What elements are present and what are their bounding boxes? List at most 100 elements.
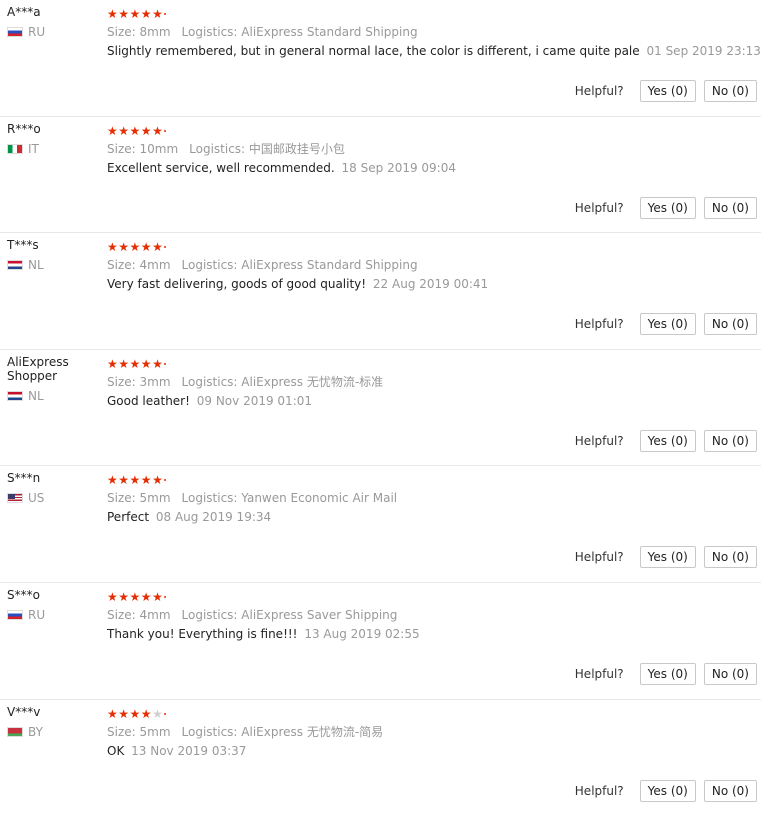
star-icon: ★: [118, 123, 130, 138]
reviewer-info: A***a RU: [7, 5, 97, 39]
country-code: IT: [28, 141, 39, 156]
star-icon: ★: [152, 356, 163, 371]
star-icon: ★: [118, 473, 130, 488]
helpful-yes-button[interactable]: Yes (0): [639, 196, 696, 219]
product-size: Size: 5mm: [107, 491, 171, 506]
star-rating: ★ ★ ★ ★ ★: [107, 357, 761, 371]
helpful-no-button[interactable]: No (0): [703, 429, 757, 452]
star-icon: ★: [118, 706, 130, 721]
review-text: Slightly remembered, but in general norm…: [107, 44, 640, 58]
review-item: V***v BY ★ ★ ★ ★ ★ Size: 5mm Logistics: …: [0, 700, 761, 817]
reviewer-info: R***o IT: [7, 122, 97, 156]
star-icon: ★: [129, 240, 141, 255]
helpful-yes-button[interactable]: Yes (0): [639, 662, 696, 685]
star-icon: ★: [129, 123, 141, 138]
review-content: ★ ★ ★ ★ ★ Size: 8mm Logistics: AliExpres…: [107, 7, 761, 59]
order-info: Size: 5mm Logistics: Yanwen Economic Air…: [107, 491, 761, 506]
star-icon: ★: [140, 7, 152, 21]
reviewer-name: V***v: [7, 704, 41, 719]
star-icon: ★: [107, 706, 118, 721]
star-icon: ★: [152, 123, 163, 138]
review-text-block: Very fast delivering, goods of good qual…: [107, 277, 761, 292]
rating-dot-icon: [164, 13, 167, 15]
order-info: Size: 5mm Logistics: AliExpress 无忧物流-简易: [107, 725, 761, 740]
review-content: ★ ★ ★ ★ ★ Size: 5mm Logistics: AliExpres…: [107, 707, 761, 759]
helpful-label: Helpful?: [574, 433, 624, 448]
star-icon: ★: [129, 473, 141, 488]
country-flag-icon: [7, 609, 23, 620]
review-text: Very fast delivering, goods of good qual…: [107, 277, 367, 292]
star-icon: ★: [129, 589, 141, 604]
reviewer-name: A***a: [7, 5, 41, 19]
product-size: Size: 4mm: [107, 258, 171, 273]
logistics-info: Logistics: 中国邮政挂号小包: [189, 141, 345, 156]
order-info: Size: 4mm Logistics: AliExpress Saver Sh…: [107, 608, 761, 623]
helpful-no-button[interactable]: No (0): [703, 779, 757, 802]
country-flag-icon: [7, 390, 23, 401]
review-item: AliExpress Shopper NL ★ ★ ★ ★ ★ Size: 3m…: [0, 350, 761, 467]
helpful-no-button[interactable]: No (0): [703, 313, 757, 336]
review-date: 13 Nov 2019 03:37: [131, 743, 247, 758]
helpful-label: Helpful?: [574, 200, 624, 215]
product-size: Size: 10mm: [107, 141, 179, 156]
star-icon: ★: [140, 706, 152, 721]
helpful-actions: Helpful? Yes (0) No (0): [575, 546, 757, 569]
star-icon: ★: [118, 589, 130, 604]
review-text-block: Good leather! 09 Nov 2019 01:01: [107, 394, 761, 409]
review-text-block: Perfect 08 Aug 2019 19:34: [107, 510, 761, 525]
star-rating: ★ ★ ★ ★ ★: [107, 590, 761, 604]
reviewer-name: R***o: [7, 121, 41, 136]
order-info: Size: 3mm Logistics: AliExpress 无忧物流-标准: [107, 375, 761, 390]
country-code: NL: [28, 388, 44, 403]
country-code: RU: [28, 25, 46, 39]
review-item: A***a RU ★ ★ ★ ★ ★ Size: 8mm Logistics: …: [0, 0, 761, 117]
rating-dot-icon: [164, 479, 167, 482]
helpful-yes-button[interactable]: Yes (0): [639, 429, 696, 452]
helpful-yes-button[interactable]: Yes (0): [639, 546, 696, 569]
rating-dot-icon: [164, 246, 167, 249]
review-content: ★ ★ ★ ★ ★ Size: 3mm Logistics: AliExpres…: [107, 357, 761, 409]
helpful-no-button[interactable]: No (0): [703, 546, 757, 569]
reviewer-info: S***n US: [7, 471, 97, 505]
product-size: Size: 3mm: [107, 374, 171, 389]
star-icon: ★: [140, 123, 152, 138]
rating-dot-icon: [164, 595, 167, 598]
reviewer-country: RU: [7, 25, 97, 39]
logistics-info: Logistics: AliExpress 无忧物流-简易: [181, 724, 384, 739]
logistics-info: Logistics: Yanwen Economic Air Mail: [181, 491, 398, 506]
helpful-no-button[interactable]: No (0): [703, 80, 757, 102]
star-icon: ★: [118, 240, 130, 255]
review-item: S***o RU ★ ★ ★ ★ ★ Size: 4mm Logistics: …: [0, 583, 761, 700]
star-icon: ★: [140, 240, 152, 255]
star-icon: ★: [107, 589, 118, 604]
star-icon: ★: [107, 240, 118, 255]
review-content: ★ ★ ★ ★ ★ Size: 4mm Logistics: AliExpres…: [107, 590, 761, 642]
helpful-label: Helpful?: [574, 666, 624, 681]
reviewer-country: NL: [7, 389, 97, 403]
star-icon: ★: [129, 7, 141, 21]
helpful-no-button[interactable]: No (0): [703, 662, 757, 685]
review-text-block: Slightly remembered, but in general norm…: [107, 44, 761, 59]
reviewer-info: AliExpress Shopper NL: [7, 355, 97, 403]
review-item: T***s NL ★ ★ ★ ★ ★ Size: 4mm Logistics: …: [0, 233, 761, 350]
order-info: Size: 10mm Logistics: 中国邮政挂号小包: [107, 142, 761, 157]
logistics-info: Logistics: AliExpress Standard Shipping: [181, 25, 418, 39]
star-icon: ★: [118, 356, 130, 371]
helpful-yes-button[interactable]: Yes (0): [639, 779, 696, 802]
helpful-yes-button[interactable]: Yes (0): [639, 80, 696, 102]
review-text: Excellent service, well recommended.: [107, 160, 335, 175]
reviewer-country: NL: [7, 258, 97, 272]
helpful-yes-button[interactable]: Yes (0): [639, 313, 696, 336]
star-icon: ★: [107, 123, 118, 138]
rating-dot-icon: [164, 129, 167, 132]
review-text-block: Excellent service, well recommended. 18 …: [107, 161, 761, 176]
review-content: ★ ★ ★ ★ ★ Size: 4mm Logistics: AliExpres…: [107, 240, 761, 292]
country-flag-icon: [7, 143, 23, 154]
helpful-no-button[interactable]: No (0): [703, 196, 757, 219]
star-icon: ★: [152, 473, 163, 488]
helpful-label: Helpful?: [574, 783, 624, 798]
order-info: Size: 4mm Logistics: AliExpress Standard…: [107, 258, 761, 273]
reviewer-country: RU: [7, 608, 97, 622]
star-icon: ★: [140, 473, 152, 488]
star-icon: ★: [107, 473, 118, 488]
